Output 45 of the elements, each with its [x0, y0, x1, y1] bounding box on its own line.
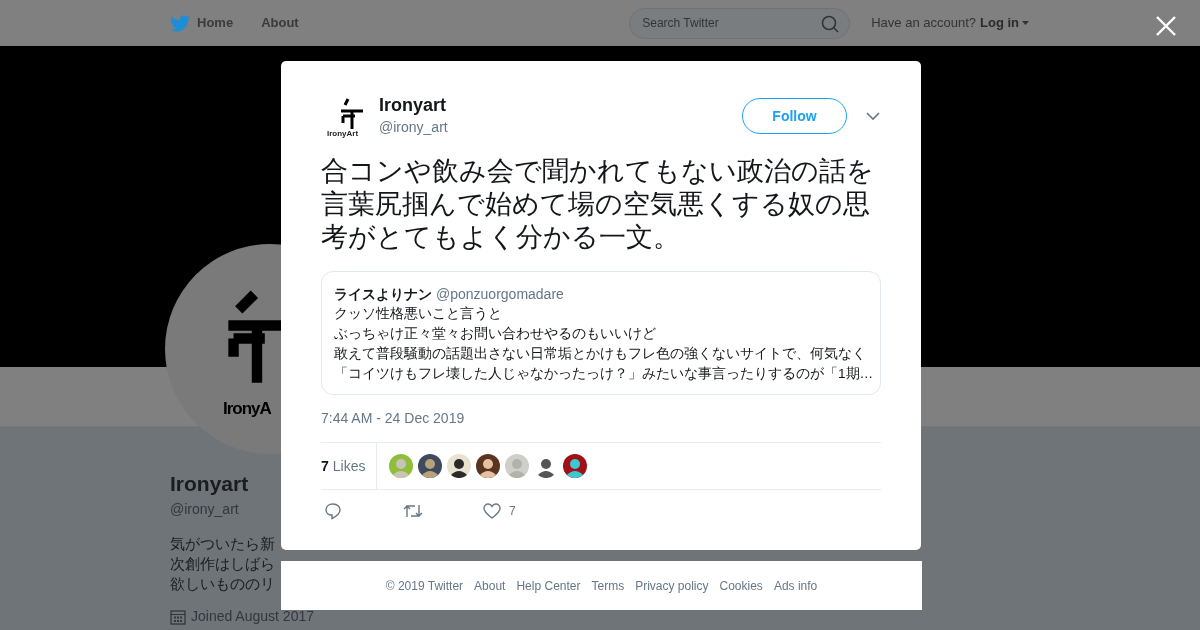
reply-icon[interactable]: [324, 502, 342, 520]
retweet-icon[interactable]: [403, 503, 423, 519]
author-name: Ironyart: [379, 94, 448, 116]
heart-icon[interactable]: [483, 503, 501, 519]
avatar[interactable]: [563, 454, 587, 478]
search-field[interactable]: Search Twitter: [629, 7, 851, 39]
avatar[interactable]: [418, 454, 442, 478]
caret-icon: [1021, 20, 1030, 26]
logo-text: IronyA: [223, 398, 271, 420]
quoted-author-handle: @ponzuorgomadare: [436, 286, 564, 302]
bio-line: 次創作はしばら: [170, 555, 275, 574]
follow-button[interactable]: Follow: [742, 98, 847, 134]
bio-line: 欲しいもののリ: [170, 575, 275, 594]
profile-handle: @irony_art: [170, 500, 239, 519]
nav-link[interactable]: Home: [197, 13, 234, 33]
quoted-tweet[interactable]: ライスよりナン @ponzuorgomadare クッソ性格悪いこと言うと ぶっちゃけ正々堂々お問い合わせやるのもいいけど 敢えて普段騒動の話題出さない日常垢とかけもフレ色の強くないサイトで、何気なく 「コイツけもフレ壊した人じゃなかったっけ？」みたいな事言ったりするのが「1期…: [321, 271, 881, 395]
likes-count: 7 Likes: [321, 456, 366, 476]
account-prompt: Have an account?: [871, 14, 976, 33]
copyright-text: © 2019 Twitter: [385, 577, 464, 595]
footer-link[interactable]: Ads info: [773, 576, 818, 595]
profile-name: Ironyart: [170, 471, 249, 497]
avatar[interactable]: [447, 454, 471, 478]
joined-date: Joined August 2017: [191, 607, 314, 626]
footer-link[interactable]: About: [474, 576, 506, 595]
login-link[interactable]: Log in: [980, 13, 1019, 33]
tweet-timestamp: 7:44 AM - 24 Dec 2019: [321, 409, 466, 428]
quoted-text-line: 敢えて普段騒動の話題出さない日常垢とかけもフレ色の強くないサイトで、何気なく: [334, 345, 867, 363]
tweet-text: 合コンや飲み会で聞かれてもない政治の話を言葉尻掴んで始めて場の空気悪くする奴の思考がとてもよく分かる一文。: [321, 155, 875, 254]
chevron-icon[interactable]: [866, 111, 880, 121]
avatar[interactable]: [476, 454, 500, 478]
like-count: 7: [509, 503, 516, 520]
search-icon: [821, 14, 840, 33]
close-button[interactable]: [1155, 13, 1177, 37]
quoted-text-line: ぶっちゃけ正々堂々お問い合わせやるのもいいけど: [334, 325, 657, 343]
quoted-text-line: クッソ性格悪いこと言うと: [334, 305, 503, 323]
footer-link[interactable]: Cookies: [719, 576, 763, 595]
footer-link[interactable]: Terms: [591, 576, 625, 595]
calendar-icon: [170, 608, 186, 625]
author-handle: @irony_art: [379, 118, 448, 137]
bird-icon: [170, 14, 190, 32]
nav-link[interactable]: About: [261, 13, 299, 33]
quoted-author-name: ライスよりナン: [334, 286, 432, 302]
footer-link[interactable]: Help Center: [516, 576, 581, 595]
bio-line: 気がついたら新: [170, 535, 275, 554]
footer-link[interactable]: Privacy policy: [635, 576, 709, 595]
